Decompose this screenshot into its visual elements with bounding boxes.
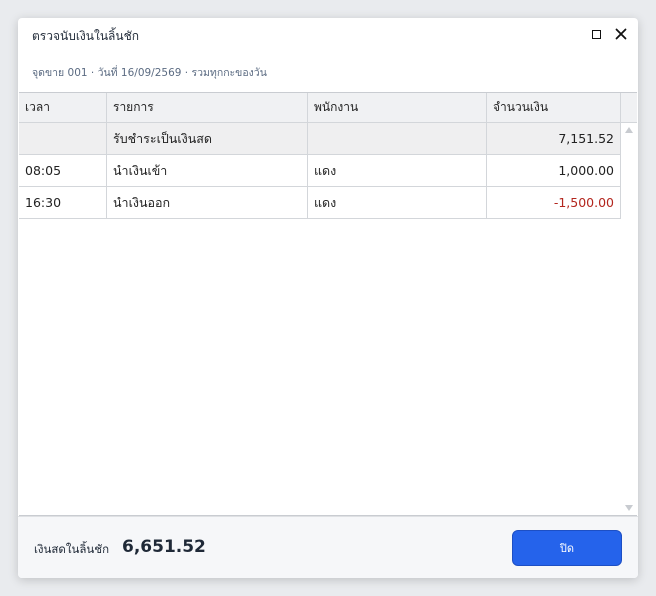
cash-in-drawer-label: เงินสดในลิ้นชัก (34, 542, 110, 556)
dialog-title: ตรวจนับเงินในลิ้นชัก (32, 29, 140, 43)
title-bar: ตรวจนับเงินในลิ้นชัก (18, 18, 638, 52)
summary-staff (308, 123, 487, 154)
column-header-staff[interactable]: พนักงาน (308, 93, 487, 122)
row-time: 16:30 (19, 187, 107, 218)
row-time: 08:05 (19, 155, 107, 186)
maximize-icon (591, 29, 601, 39)
summary-item: รับชำระเป็นเงินสด (107, 123, 308, 154)
cash-in-drawer-value: 6,651.52 (122, 537, 206, 557)
session-info: จุดขาย 001 · วันที่ 16/09/2569 · รวมทุกก… (32, 67, 267, 79)
dialog-footer: เงินสดในลิ้นชัก 6,651.52 ปิด (18, 516, 638, 578)
cash-drawer-dialog: ตรวจนับเงินในลิ้นชัก จุดขาย 001 · วันที่… (18, 18, 638, 578)
scroll-up-icon[interactable] (625, 127, 633, 133)
transactions-table: เวลา รายการ พนักงาน จำนวนเงิน รับชำระเป็… (19, 92, 637, 516)
table-header: เวลา รายการ พนักงาน จำนวนเงิน (19, 93, 637, 123)
table-row[interactable]: 16:30 นำเงินออก แดง -1,500.00 (19, 187, 621, 219)
summary-time (19, 123, 107, 154)
row-item: นำเงินออก (107, 187, 308, 218)
row-staff: แดง (308, 155, 487, 186)
close-icon (615, 28, 627, 40)
row-item: นำเงินเข้า (107, 155, 308, 186)
summary-row[interactable]: รับชำระเป็นเงินสด 7,151.52 (19, 123, 621, 155)
close-window-button[interactable] (612, 25, 630, 43)
vertical-scrollbar[interactable] (621, 123, 637, 515)
scroll-down-icon[interactable] (625, 505, 633, 511)
column-header-amount[interactable]: จำนวนเงิน (487, 93, 621, 122)
column-header-item[interactable]: รายการ (107, 93, 308, 122)
maximize-button[interactable] (587, 25, 605, 43)
row-amount-negative: -1,500.00 (487, 187, 621, 218)
summary-amount: 7,151.52 (487, 123, 621, 154)
close-button[interactable]: ปิด (512, 530, 622, 566)
table-row[interactable]: 08:05 นำเงินเข้า แดง 1,000.00 (19, 155, 621, 187)
row-staff: แดง (308, 187, 487, 218)
row-amount: 1,000.00 (487, 155, 621, 186)
column-header-time[interactable]: เวลา (19, 93, 107, 122)
column-header-spacer (621, 93, 637, 122)
